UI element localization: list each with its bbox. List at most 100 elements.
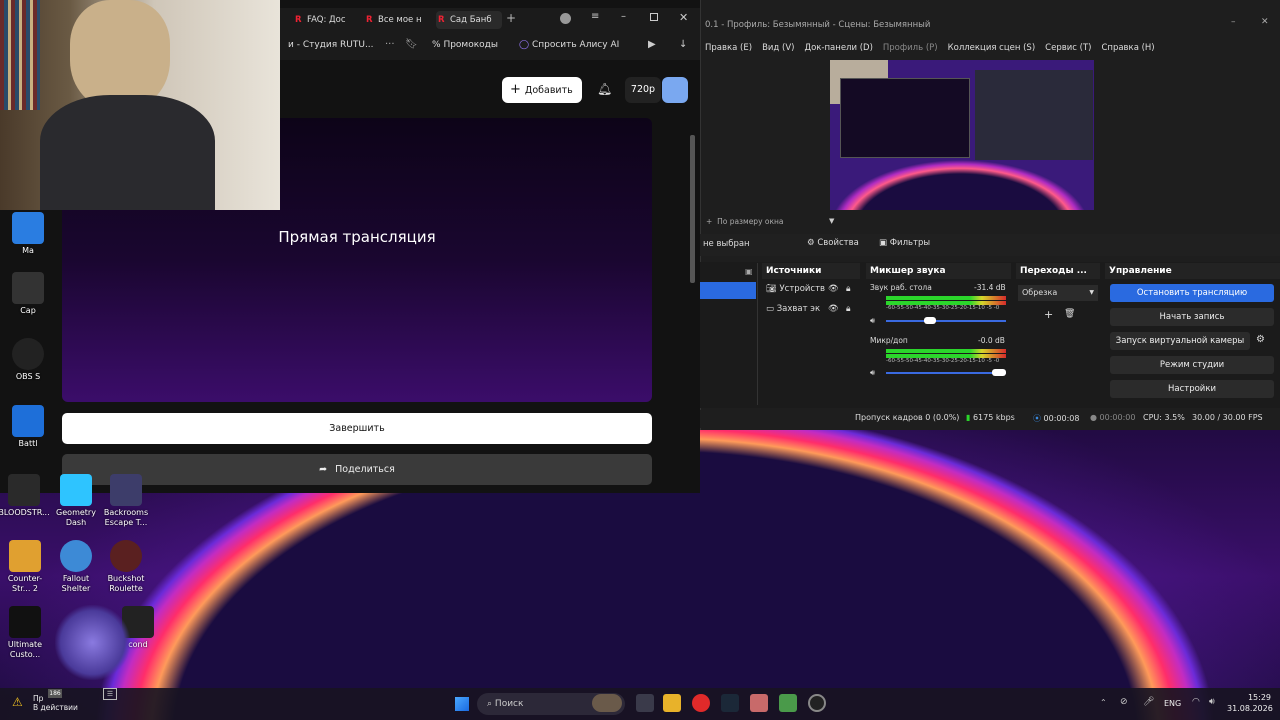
speaker-icon[interactable]: 🔊︎: [870, 316, 875, 326]
tab-faq[interactable]: R FAQ: Дос: [293, 11, 355, 29]
promo-link[interactable]: % Промокоды: [432, 40, 498, 50]
virtual-camera-button[interactable]: Запуск виртуальной камеры: [1110, 332, 1250, 350]
app-icon: [9, 606, 41, 638]
app-icon[interactable]: [750, 694, 768, 712]
volume-slider[interactable]: [886, 372, 1006, 374]
alice-link[interactable]: ◯ Спросить Алису AI: [519, 40, 619, 50]
desktop-icon[interactable]: Fallout Shelter: [50, 540, 102, 594]
media-icon[interactable]: ▶: [648, 39, 656, 50]
desktop-icon[interactable]: OBS S: [2, 338, 54, 382]
add-transition-icon[interactable]: +: [1044, 308, 1053, 321]
scene-item[interactable]: [700, 282, 756, 299]
download-icon[interactable]: ↓: [679, 39, 687, 50]
app-icon[interactable]: [779, 694, 797, 712]
obs-preview[interactable]: [830, 60, 1094, 210]
microphone-icon[interactable]: 🎤︎: [1143, 697, 1154, 707]
bookshelf: [0, 0, 40, 110]
new-tab-button[interactable]: +: [505, 12, 517, 24]
percent-icon: %: [432, 40, 441, 50]
buckshot-icon: [110, 540, 142, 572]
close-icon[interactable]: ✕: [679, 11, 688, 24]
zoom-label[interactable]: + По размеру окна: [706, 217, 784, 226]
eye-icon[interactable]: 👁︎: [828, 284, 839, 294]
menu-help[interactable]: Справка (H): [1101, 43, 1154, 53]
desktop-icon[interactable]: Cap: [2, 272, 54, 316]
tray-chevron-icon[interactable]: ⌃: [1100, 698, 1107, 707]
warning-icon[interactable]: ⚠: [12, 695, 23, 709]
speaker-icon[interactable]: 🔊︎: [870, 368, 875, 378]
desktop-icon[interactable]: BLOODSTR...: [0, 474, 50, 518]
app-icon: [12, 272, 44, 304]
finish-button[interactable]: Завершить: [62, 413, 652, 444]
language-indicator[interactable]: ENG: [1164, 699, 1181, 708]
clock[interactable]: 15:29 31.08.2026: [1227, 692, 1273, 714]
scrollbar[interactable]: [690, 135, 695, 283]
bookmark-icon[interactable]: 🔖︎: [405, 39, 418, 50]
scenes-dock: ▣: [700, 263, 758, 405]
signal-icon: ▮: [966, 413, 971, 422]
desktop-icon[interactable]: Battl: [2, 405, 54, 449]
desktop-icon[interactable]: Counter-Str... 2: [0, 540, 51, 594]
menu-scenes[interactable]: Коллекция сцен (S): [948, 43, 1036, 53]
obs-close-icon[interactable]: ✕: [1261, 17, 1269, 27]
stop-stream-button[interactable]: Остановить трансляцию: [1110, 284, 1274, 302]
desktop-icon[interactable]: Ultimate Custo...: [0, 606, 51, 660]
volume-handle[interactable]: [924, 317, 936, 324]
start-recording-button[interactable]: Начать запись: [1110, 308, 1274, 326]
eye-icon[interactable]: 👁︎: [828, 304, 839, 314]
menu-profile[interactable]: Профиль (P): [883, 43, 938, 53]
yandex-browser-icon[interactable]: [692, 694, 710, 712]
dock-menu-icon[interactable]: ▣: [745, 267, 753, 276]
user-avatar[interactable]: [662, 77, 688, 103]
wifi-icon[interactable]: ◠: [1192, 697, 1200, 707]
search-highlight-icon[interactable]: [592, 694, 622, 712]
volume-icon[interactable]: 🔊︎: [1209, 697, 1215, 707]
source-item[interactable]: 📷︎ Устройств 👁︎ 🔒︎: [766, 284, 858, 294]
desktop-icon[interactable]: Backrooms Escape T...: [100, 474, 152, 528]
volume-handle[interactable]: [992, 369, 1006, 376]
trash-icon[interactable]: 🗑︎: [1064, 309, 1075, 319]
maximize-icon[interactable]: [650, 13, 658, 21]
quality-button[interactable]: 720p: [625, 77, 661, 103]
address-bar[interactable]: и - Студия RUTU...: [288, 40, 374, 50]
menu-tools[interactable]: Сервис (T): [1045, 43, 1091, 53]
obs-taskbar-icon[interactable]: [808, 694, 826, 712]
desktop-icon[interactable]: Geometry Dash: [50, 474, 102, 528]
properties-button[interactable]: ⚙ Свойства: [807, 238, 859, 248]
gear-icon[interactable]: ⚙: [1256, 334, 1265, 345]
search-icon: ⌕: [487, 699, 493, 709]
minimize-icon[interactable]: –: [621, 11, 626, 22]
level-meter: [886, 349, 1006, 353]
studio-mode-button[interactable]: Режим студии: [1110, 356, 1274, 374]
tab-all[interactable]: R Все мое н: [364, 11, 430, 29]
rutube-icon: R: [366, 15, 373, 25]
menu-icon[interactable]: ≡: [591, 11, 599, 22]
menu-docks[interactable]: Док-панели (D): [804, 43, 872, 53]
network-off-icon[interactable]: ⊘: [1120, 697, 1128, 707]
chevron-down-icon[interactable]: ▼: [829, 217, 834, 225]
desktop-icon[interactable]: Ma: [2, 212, 54, 256]
source-item[interactable]: ▭ Захват эк 👁︎ 🔒︎: [766, 304, 858, 314]
menu-view[interactable]: Вид (V): [762, 43, 794, 53]
settings-button[interactable]: Настройки: [1110, 380, 1274, 398]
obs-min-icon[interactable]: –: [1231, 17, 1236, 27]
volume-slider[interactable]: [886, 320, 1006, 322]
windows-start-icon[interactable]: [455, 697, 469, 711]
lock-icon[interactable]: 🔒︎: [846, 304, 851, 314]
no-source-label: не выбран: [703, 239, 750, 249]
file-explorer-icon[interactable]: [663, 694, 681, 712]
menu-edit[interactable]: Правка (E): [705, 43, 752, 53]
task-view-icon[interactable]: [636, 694, 654, 712]
tab-garden[interactable]: R Сад Банб: [436, 11, 502, 29]
filters-button[interactable]: ▣ Фильтры: [879, 238, 930, 248]
rutube-icon: R: [438, 15, 445, 25]
lock-icon[interactable]: 🔒︎: [846, 284, 851, 294]
profile-icon[interactable]: [560, 13, 571, 24]
steam-icon[interactable]: [721, 694, 739, 712]
keyboard-icon[interactable]: ☰: [103, 688, 117, 700]
desktop-icon[interactable]: Buckshot Roulette: [100, 540, 152, 594]
transition-select[interactable]: Обрезка ▼: [1018, 285, 1098, 301]
more-icon[interactable]: ···: [385, 39, 395, 50]
add-button[interactable]: + Добавить: [502, 77, 582, 103]
bell-icon[interactable]: 🔔︎: [597, 82, 612, 96]
